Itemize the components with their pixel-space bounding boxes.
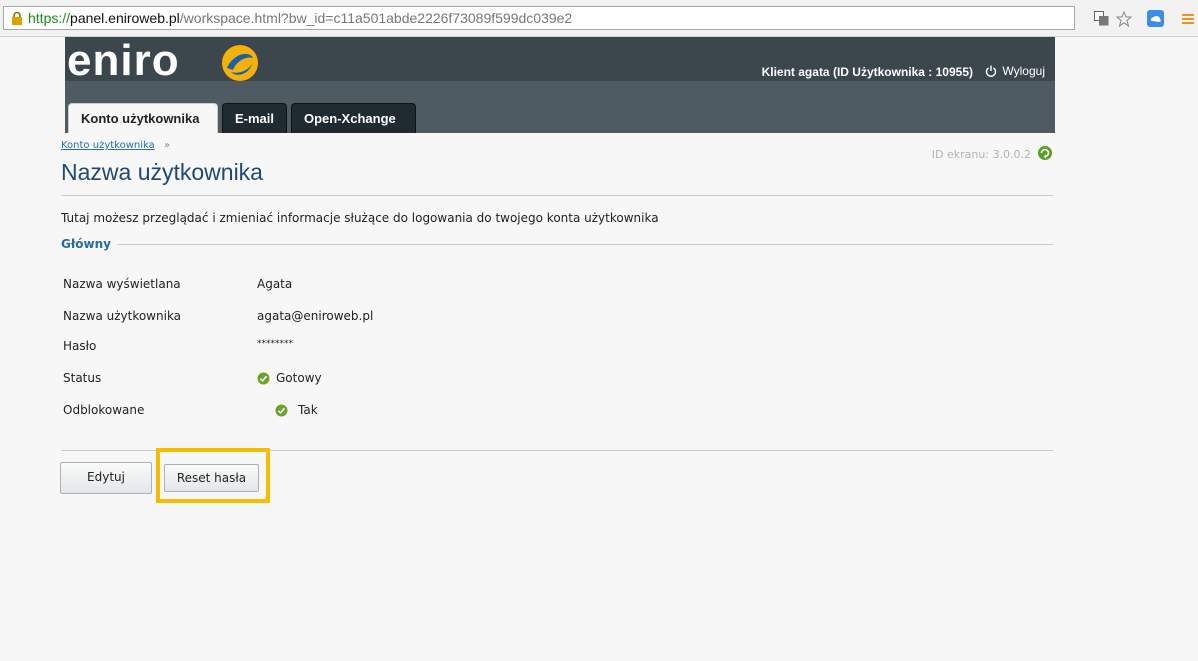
lock-icon [12, 12, 22, 25]
section-title: Główny [61, 237, 117, 251]
url-path: /workspace.html?bw_id=c11a501abde2226f73… [179, 10, 573, 26]
field-value: Tak [298, 403, 318, 417]
url-text: https://panel.eniroweb.pl/workspace.html… [28, 10, 572, 26]
field-label: Nazwa użytkownika [63, 309, 182, 323]
field-label: Odblokowane [63, 403, 145, 417]
field-value: Gotowy [276, 371, 322, 385]
title-divider [61, 195, 1053, 196]
field-value: Agata [257, 277, 293, 291]
page-title: Nazwa użytkownika [61, 159, 263, 185]
section-divider [61, 244, 1053, 245]
field-value: ******** [257, 339, 293, 349]
address-bar[interactable]: https://panel.eniroweb.pl/workspace.html… [3, 6, 1075, 30]
menu-icon[interactable] [1179, 10, 1196, 27]
screen-id: ID ekranu: 3.0.0.2 [931, 148, 1031, 161]
tab-open-xchange[interactable]: Open-Xchange [291, 103, 416, 133]
breadcrumb-separator: » [164, 140, 171, 151]
field-label: Nazwa wyświetlana [63, 277, 181, 291]
cloud-icon[interactable] [1147, 10, 1164, 27]
browser-toolbar: https://panel.eniroweb.pl/workspace.html… [0, 0, 1198, 37]
url-scheme: https:// [28, 10, 71, 26]
tab-email[interactable]: E-mail [222, 103, 287, 133]
page-description: Tutaj możesz przeglądać i zmieniać infor… [61, 211, 659, 225]
eniro-logo: eniro [67, 37, 180, 85]
power-icon [986, 65, 997, 77]
app-header: eniro Klient agata (ID Użytkownika : 109… [65, 37, 1055, 133]
reset-password-button[interactable]: Reset hasła [164, 464, 259, 492]
breadcrumb-link[interactable]: Konto użytkownika [61, 140, 155, 151]
tab-account[interactable]: Konto użytkownika [68, 103, 218, 133]
edit-button[interactable]: Edytuj [60, 462, 152, 494]
field-label: Status [63, 371, 102, 385]
check-circle-icon [257, 372, 270, 384]
client-info: Klient agata (ID Użytkownika : 10955) [761, 65, 973, 79]
main-content: Konto użytkownika » Nazwa użytkownika ID… [58, 133, 1053, 661]
field-value: agata@eniroweb.pl [257, 309, 374, 323]
logout-button[interactable]: Wyloguj [985, 64, 1045, 78]
logout-label: Wyloguj [1002, 64, 1045, 78]
check-circle-icon [275, 404, 288, 416]
star-icon[interactable] [1115, 10, 1132, 27]
translate-icon[interactable] [1093, 10, 1110, 27]
field-label: Hasło [63, 339, 97, 353]
url-host: panel.eniroweb.pl [70, 10, 180, 26]
eniro-logo-icon [222, 45, 258, 81]
refresh-icon[interactable] [1037, 145, 1053, 161]
